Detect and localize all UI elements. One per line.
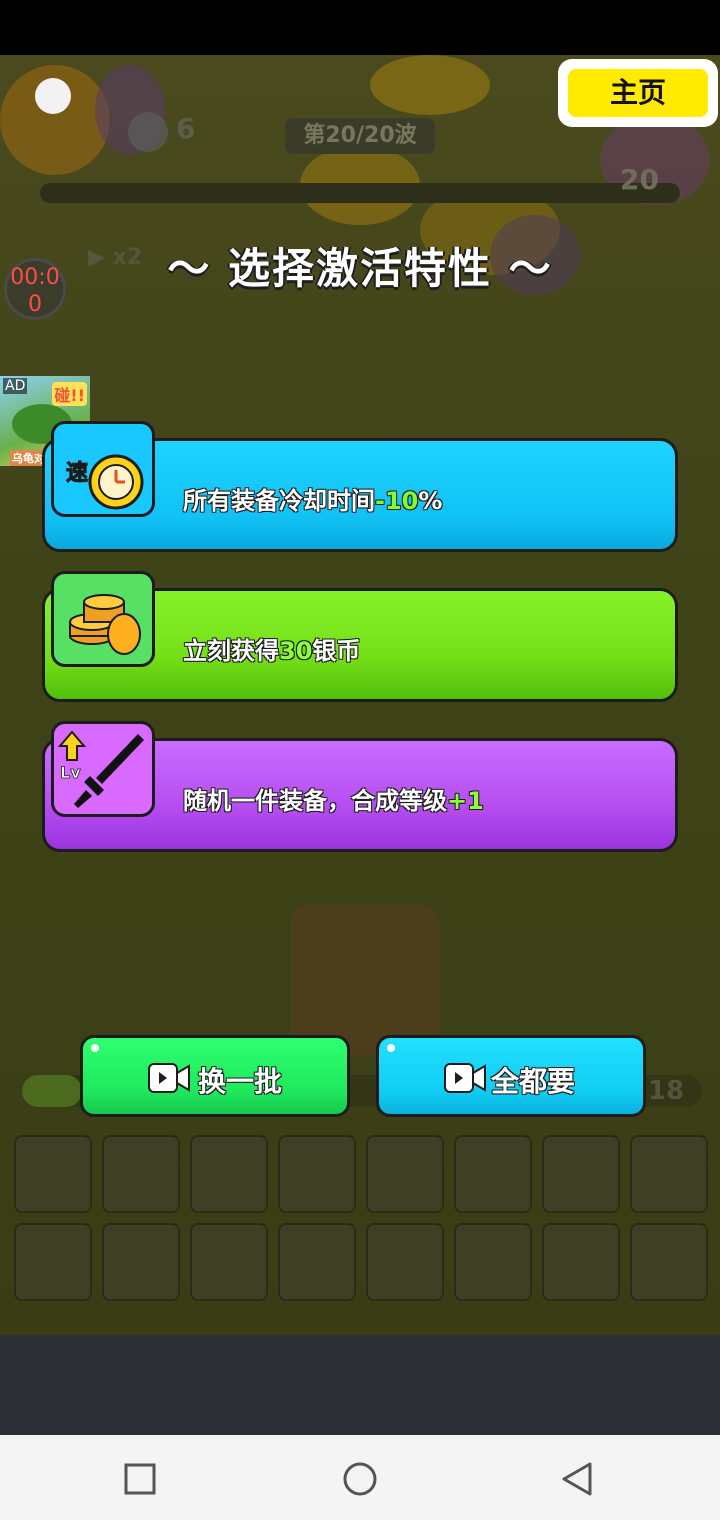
equipment-slot[interactable] [542,1223,620,1301]
banana-decoration [370,55,490,115]
refresh-button-label: 换一批 [198,1065,283,1098]
svg-text:速: 速 [66,460,88,486]
xp-fill [22,1075,82,1107]
wave-number: 20 [620,163,659,196]
home-icon[interactable] [342,1461,378,1497]
equipment-slot[interactable] [630,1135,708,1213]
wave-progress-bar [40,183,680,203]
trait-text-prefix: 立刻获得 [183,637,279,665]
clock-icon: 速 [51,421,155,517]
equipment-slot[interactable] [366,1135,444,1213]
equipment-slot[interactable] [102,1135,180,1213]
trait-text: 随机一件装备，合成等级+1 [183,781,484,816]
shine-dot [91,1044,99,1052]
trait-text-prefix: 随机一件装备，合成等级 [183,787,447,815]
trait-card-coins[interactable]: 立刻获得30银币 [42,571,678,702]
take-all-button-label: 全都要 [491,1065,576,1098]
video-icon [444,1063,486,1093]
trait-text-value: +1 [447,787,484,815]
equipment-slot[interactable] [454,1223,532,1301]
svg-text:Lv: Lv [60,763,81,782]
character-silhouette [290,905,440,1055]
trait-card-level-up[interactable]: Lv 随机一件装备，合成等级+1 [42,721,678,852]
equipment-slot[interactable] [14,1135,92,1213]
trait-text: 立刻获得30银币 [183,631,360,666]
video-icon [148,1063,190,1093]
equipment-slot[interactable] [190,1135,268,1213]
trait-text-value: 30 [279,637,313,665]
equipment-slot[interactable] [366,1223,444,1301]
home-button-label: 主页 [568,69,708,117]
trait-card-cooldown[interactable]: 速 所有装备冷却时间-10% [42,421,678,552]
trait-text: 所有装备冷却时间-10% [183,481,442,516]
equipment-slot[interactable] [278,1223,356,1301]
trait-text-prefix: 所有装备冷却时间 [183,487,375,515]
equipment-slot[interactable] [454,1135,532,1213]
equipment-slot[interactable] [278,1135,356,1213]
ad-caption: 碰!! [52,382,87,406]
home-button[interactable]: 主页 [558,59,718,127]
equipment-slot[interactable] [630,1223,708,1301]
pause-dot[interactable] [35,78,71,114]
ad-label: AD [3,378,28,394]
equipment-slot[interactable] [102,1223,180,1301]
system-navigation-bar [0,1435,720,1520]
coin-icon [128,112,168,152]
equipment-slot[interactable] [190,1223,268,1301]
shine-dot [387,1044,395,1052]
back-icon[interactable] [560,1461,596,1497]
refresh-button[interactable]: 换一批 [80,1035,350,1117]
bottom-area [0,1335,720,1435]
trait-text-suffix: % [418,487,443,515]
wave-indicator: 第20/20波 [285,118,435,154]
coin-stack-icon [51,571,155,667]
status-bar [0,0,720,55]
recent-apps-icon[interactable] [124,1463,156,1495]
equipment-slot[interactable] [542,1135,620,1213]
equipment-slot[interactable] [14,1223,92,1301]
level-up-sword-icon: Lv [51,721,155,817]
take-all-button[interactable]: 全都要 [376,1035,646,1117]
coin-count: 6 [176,112,196,145]
trait-text-value: -10 [375,487,419,515]
xp-number: 18 [648,1076,685,1106]
page-title: 〜 选择激活特性 〜 [167,244,553,293]
trait-text-suffix: 银币 [312,637,361,665]
